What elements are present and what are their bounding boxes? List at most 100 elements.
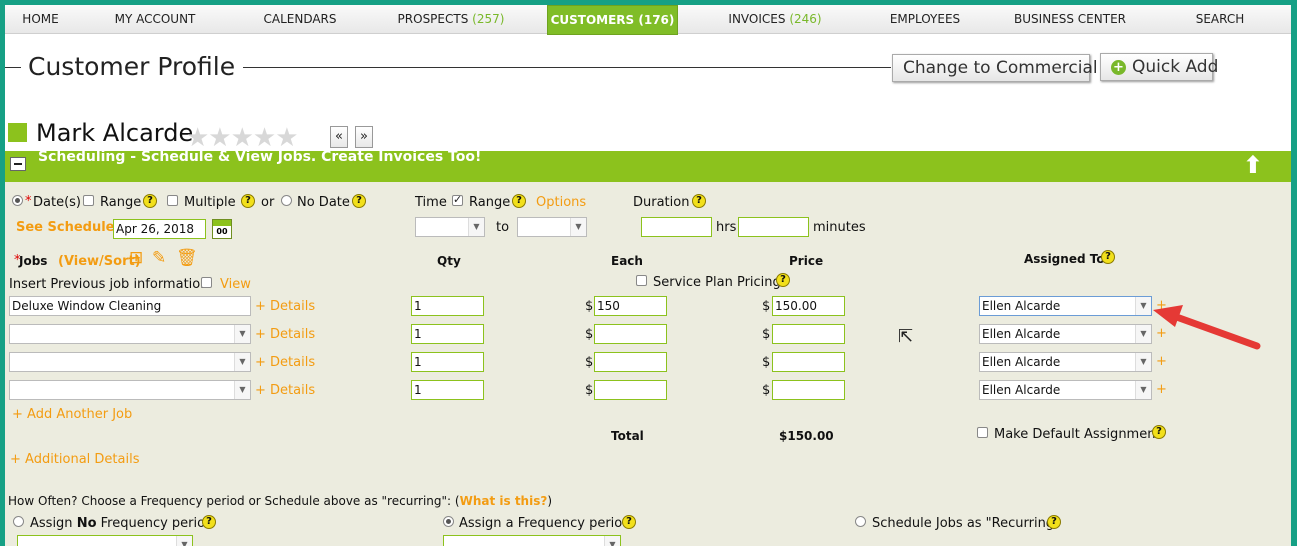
each-input[interactable] [594,380,667,400]
or-label: or [261,195,275,210]
help-icon[interactable]: ? [776,273,790,287]
currency-symbol: $ [585,355,594,370]
nav-customers[interactable]: CUSTOMERS (176) [547,5,678,35]
details-link[interactable]: + Details [255,383,315,398]
pencil-icon[interactable]: ✎ [152,248,166,268]
qty-input[interactable]: 1 [411,380,484,400]
qty-input[interactable]: 1 [411,296,484,316]
hrs-label: hrs [716,220,737,235]
change-to-commercial-button[interactable]: Change to Commercial [892,54,1098,82]
help-icon[interactable]: ? [1047,515,1061,529]
no-frequency-label: Assign No Frequency period [30,516,213,531]
title-rule-left [5,67,21,68]
see-schedule-link[interactable]: See Schedule [16,220,115,235]
rating-stars[interactable]: ★★★★★ [186,123,299,153]
make-default-label: Make Default Assignment [994,427,1161,442]
chevron-down-icon: ▼ [570,218,586,236]
no-frequency-radio[interactable] [13,516,24,527]
nav-search[interactable]: SEARCH [1170,5,1270,33]
assigned-select[interactable]: Ellen Alcarde ▼ [979,352,1152,372]
duration-hours-input[interactable] [641,217,712,237]
qty-input[interactable]: 1 [411,324,484,344]
help-icon[interactable]: ? [692,194,706,208]
nav-invoices[interactable]: INVOICES (246) [705,5,845,33]
job-select[interactable]: ▼ [9,324,251,344]
price-input[interactable] [772,380,845,400]
time-options-link[interactable]: Options [536,195,586,210]
price-input[interactable] [772,352,845,372]
help-icon[interactable]: ? [352,194,366,208]
annotation-arrow-icon [1153,305,1261,350]
trash-icon[interactable]: 🗑 [176,248,198,268]
help-icon[interactable]: ? [622,515,636,529]
details-link[interactable]: + Details [255,355,315,370]
no-date-radio[interactable] [281,195,292,206]
insert-previous-checkbox[interactable] [201,277,212,288]
chevron-down-icon: ▼ [1135,297,1151,315]
dates-label: Date(s) [33,195,81,210]
nav-employees[interactable]: EMPLOYEES [865,5,985,33]
quick-add-button[interactable]: + Quick Add [1100,53,1218,81]
nav-prospects[interactable]: PROSPECTS (257) [377,5,525,33]
details-link[interactable]: + Details [255,327,315,342]
each-input[interactable] [594,324,667,344]
help-icon[interactable]: ? [1101,250,1115,264]
time-range-checkbox[interactable] [452,193,463,206]
service-plan-checkbox[interactable] [636,275,647,286]
each-input[interactable]: 150 [594,296,667,316]
assigned-value: Ellen Alcarde [982,383,1061,397]
time-end-select[interactable]: ▼ [517,217,587,237]
assigned-select[interactable]: Ellen Alcarde ▼ [979,380,1152,400]
what-is-this-link[interactable]: What is this? [460,494,548,508]
nav-my-account[interactable]: MY ACCOUNT [90,5,220,33]
help-icon[interactable]: ? [512,194,526,208]
page-title: Customer Profile [28,52,236,81]
add-assignee-plus[interactable]: + [1156,382,1167,397]
range-checkbox[interactable] [83,195,94,206]
duration-minutes-input[interactable] [738,217,809,237]
time-start-select[interactable]: ▼ [415,217,485,237]
next-customer-button[interactable]: » [355,126,373,148]
additional-details-link[interactable]: + Additional Details [10,452,140,467]
no-frequency-select[interactable]: ▼ [17,535,193,546]
help-icon[interactable]: ? [1152,425,1166,439]
no-date-label: No Date [297,195,350,210]
date-input[interactable]: Apr 26, 2018 [113,219,206,239]
assigned-value: Ellen Alcarde [982,299,1061,313]
nav-business-center[interactable]: BUSINESS CENTER [1000,5,1140,33]
help-icon[interactable]: ? [143,194,157,208]
arrow-up-icon[interactable]: ⬆ [1243,151,1263,179]
title-row: Customer Profile Change to Commercial + Q… [5,47,1291,87]
assigned-select[interactable]: Ellen Alcarde ▼ [979,324,1152,344]
frequency-select[interactable]: ▼ [443,535,621,546]
assigned-select[interactable]: Ellen Alcarde ▼ [979,296,1152,316]
each-input[interactable] [594,352,667,372]
qty-input[interactable]: 1 [411,352,484,372]
calendar-icon[interactable]: 00 [212,219,232,239]
recurring-radio[interactable] [855,516,866,527]
insert-previous-view-link[interactable]: View [220,277,251,292]
add-job-icon[interactable]: ⊞ [129,248,143,268]
collapse-icon[interactable] [10,157,26,171]
assign-frequency-radio[interactable] [443,516,454,527]
job-select[interactable]: ▼ [9,380,251,400]
job-select[interactable]: ▼ [9,352,251,372]
nav-home[interactable]: HOME [5,5,76,33]
assign-frequency-label: Assign a Frequency period [459,516,631,531]
job-select[interactable]: Deluxe Window Cleaning [9,296,251,316]
details-link[interactable]: + Details [255,299,315,314]
currency-symbol: $ [762,383,771,398]
price-input[interactable]: 150.00 [772,296,845,316]
help-icon[interactable]: ? [202,515,216,529]
prev-customer-button[interactable]: « [330,126,348,148]
nav-calendars[interactable]: CALENDARS [235,5,365,33]
add-another-job-link[interactable]: + Add Another Job [12,407,132,422]
make-default-checkbox[interactable] [977,427,988,438]
total-label: Total [611,429,644,443]
help-icon[interactable]: ? [241,194,255,208]
title-rule-right [243,67,891,68]
dates-radio[interactable] [12,195,23,206]
multiple-checkbox[interactable] [167,195,178,206]
price-input[interactable] [772,324,845,344]
scheduling-section-bar[interactable]: Scheduling - Schedule & View Jobs. Creat… [5,151,1291,182]
